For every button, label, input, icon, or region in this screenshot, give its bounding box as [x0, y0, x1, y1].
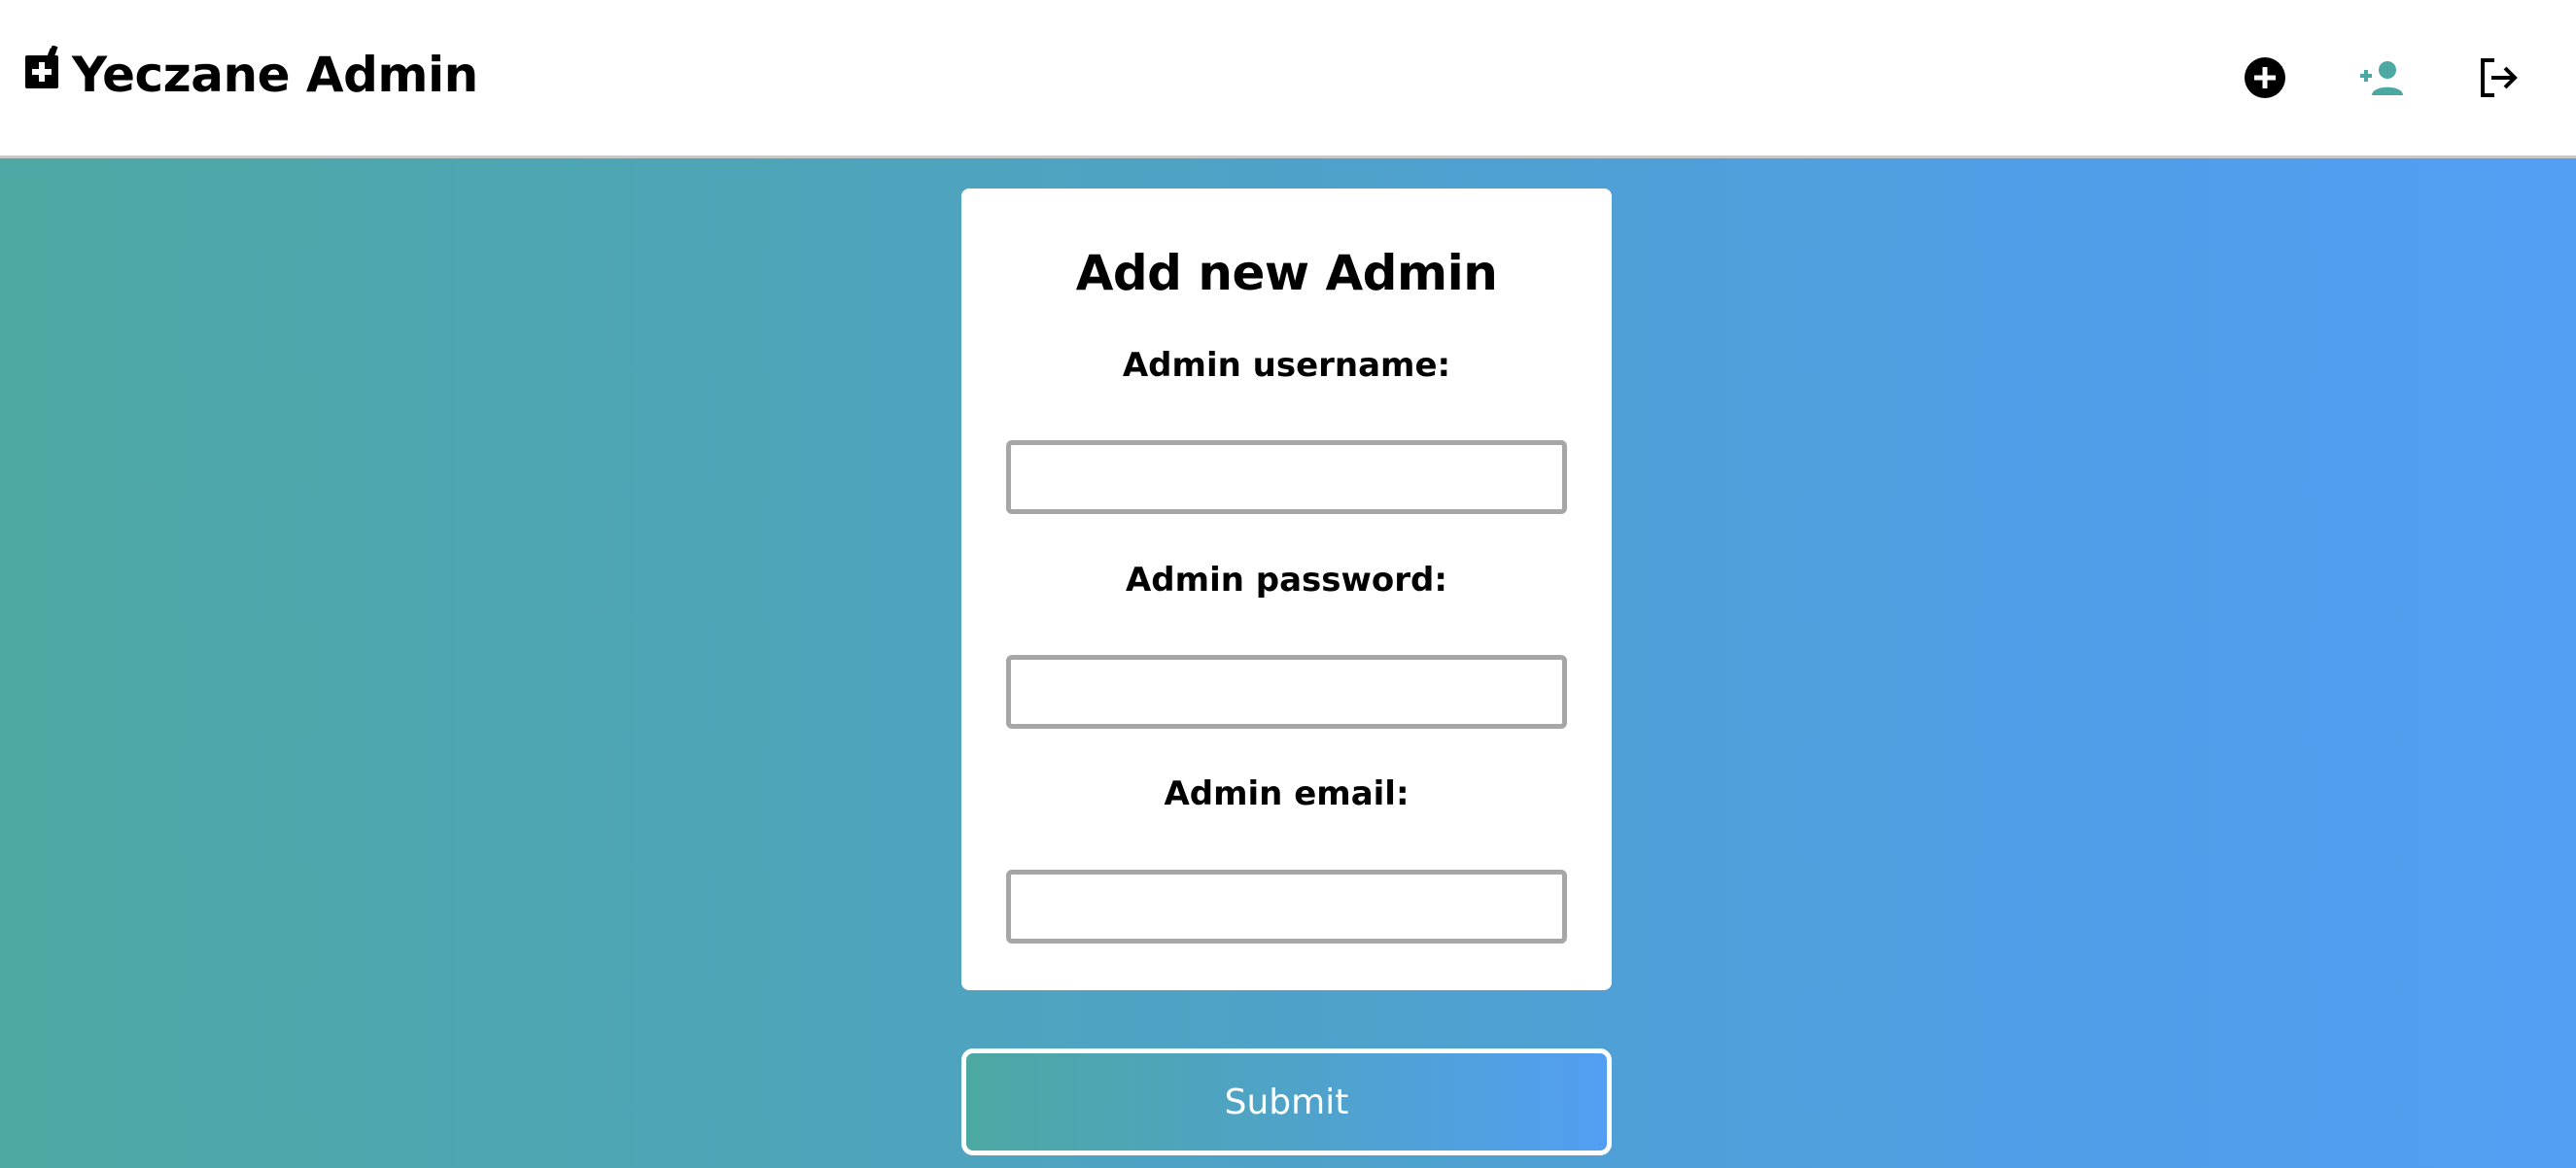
- password-label: Admin password:: [1125, 561, 1447, 600]
- add-admin-form: Add new Admin Admin username: Admin pass…: [961, 189, 1612, 990]
- logout-icon: [2481, 58, 2518, 97]
- add-circle-button[interactable]: [2236, 51, 2294, 105]
- username-input[interactable]: [1006, 440, 1567, 514]
- email-input[interactable]: [1006, 870, 1567, 944]
- add-user-icon: [2360, 61, 2403, 95]
- add-circle-icon: [2245, 57, 2285, 98]
- pharmacy-icon: [25, 46, 58, 88]
- brand[interactable]: Yeczane Admin: [21, 41, 478, 109]
- logout-button[interactable]: [2469, 51, 2527, 105]
- add-user-button[interactable]: [2352, 51, 2411, 105]
- app-title: Yeczane Admin: [72, 47, 478, 103]
- email-label: Admin email:: [1164, 774, 1410, 813]
- submit-button[interactable]: Submit: [961, 1048, 1612, 1155]
- password-input[interactable]: [1006, 655, 1567, 729]
- top-navbar: Yeczane Admin: [0, 0, 2576, 158]
- form-title: Add new Admin: [1075, 245, 1498, 301]
- username-label: Admin username:: [1122, 346, 1451, 385]
